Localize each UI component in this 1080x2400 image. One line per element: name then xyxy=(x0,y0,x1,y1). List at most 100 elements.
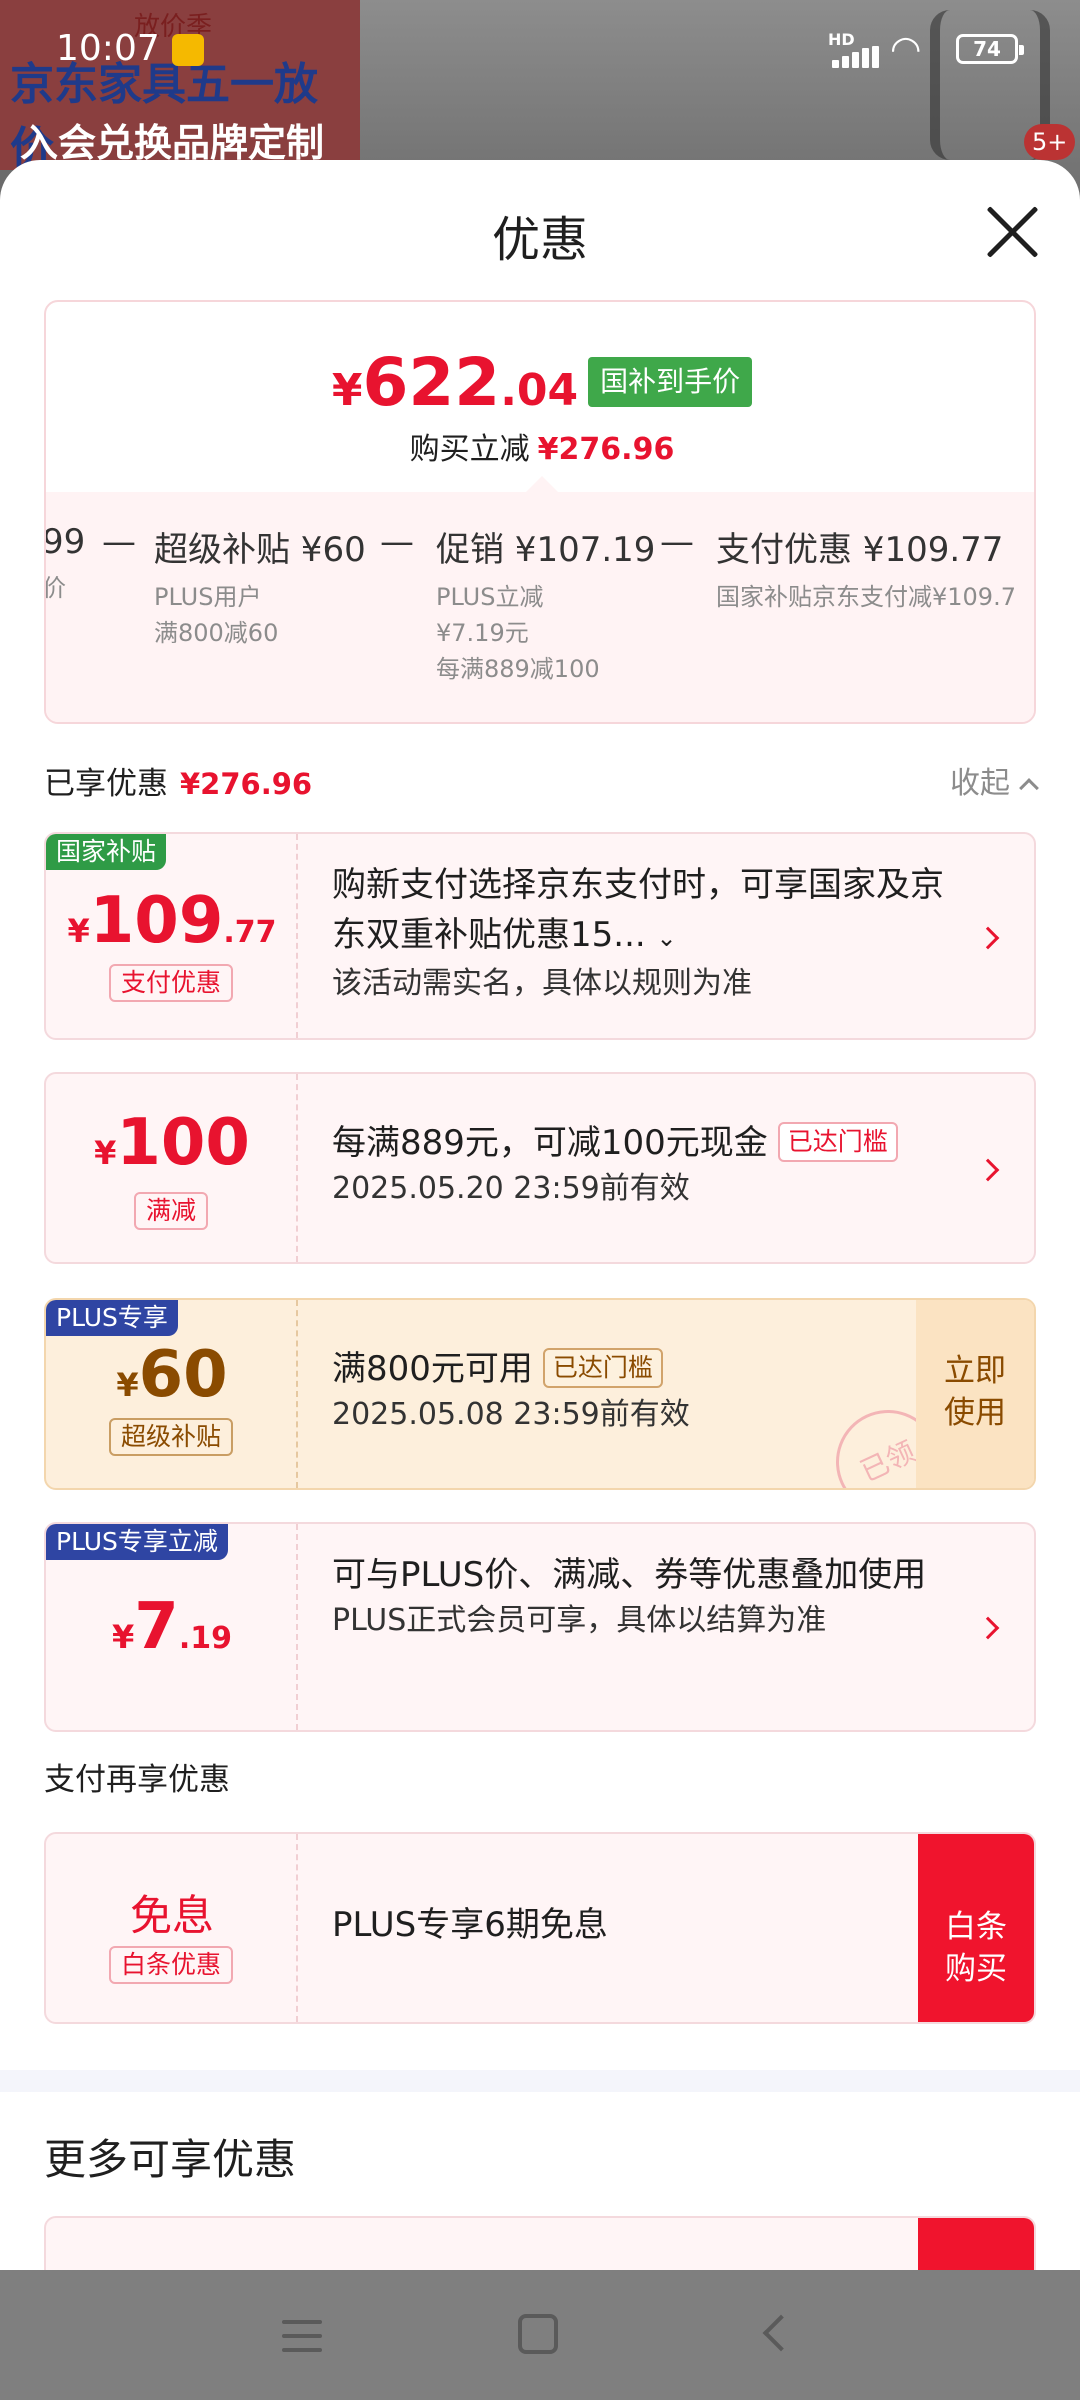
minus-sign: — xyxy=(380,522,414,562)
coupon-details: 每满889元，可减100元现金 已达门槛 2025.05.20 23:59前有效 xyxy=(332,1118,974,1210)
amount-integer: 60 xyxy=(138,1338,228,1412)
coupon-details: 可与PLUS价、满减、券等优惠叠加使用 PLUS正式会员可享，具体以结算为准 xyxy=(332,1550,974,1642)
reduction-label: 购买立减 xyxy=(409,432,530,467)
coupon-type-tag: 超级补贴 xyxy=(108,1418,234,1456)
chevron-right-icon xyxy=(976,1616,1000,1640)
threshold-reached-tag: 已达门槛 xyxy=(542,1348,663,1388)
breakdown-title: 支付优惠 ¥109.77 xyxy=(716,530,1004,570)
status-bar: 10:07 HD ◠ 74 xyxy=(0,0,1080,100)
coupon-amount: ¥100 xyxy=(46,1106,298,1180)
discount-sheet: 优惠 ¥622.04 国补到手价 购买立减 ¥276.96 99 价 — 超级补贴 … xyxy=(0,160,1080,2270)
coupon-type-tag: 支付优惠 xyxy=(108,964,234,1002)
threshold-reached-tag: 已达门槛 xyxy=(777,1122,898,1162)
coupon-description: 购新支付选择京东支付时，可享国家及京东双重补贴优惠15... ⌄ xyxy=(332,860,974,963)
coupon-amount: ¥109.77 xyxy=(46,884,298,958)
coupon-corner-tag: PLUS专享 xyxy=(46,1300,178,1336)
amount-decimal: .77 xyxy=(223,915,277,950)
amount-integer: 7 xyxy=(134,1590,179,1664)
coupon-description-text: 满800元可用 xyxy=(332,1349,533,1389)
coupon-corner-tag: PLUS专享立减 xyxy=(46,1524,228,1560)
chevron-right-icon xyxy=(976,1158,1000,1182)
coupon-description: 满800元可用 已达门槛 xyxy=(332,1344,904,1394)
coupon-value-area: 免息 白条优惠 xyxy=(46,1834,298,2022)
interest-free-label: 免息 xyxy=(129,1891,214,1940)
coupon-validity: 2025.05.08 23:59前有效 xyxy=(332,1397,690,1432)
coupon-value-area: 国家补贴 ¥109.77 支付优惠 xyxy=(46,834,298,1038)
amount-integer: 109 xyxy=(89,884,224,958)
applied-amount: ¥276.96 xyxy=(180,767,313,801)
coupon-note: 该活动需实名，具体以规则为准 xyxy=(332,966,752,1001)
breakdown-title: 超级补贴 ¥60 xyxy=(154,530,366,570)
applied-discounts-header: 已享优惠 ¥276.96 收起 xyxy=(44,758,1039,802)
coupon-description: PLUS专享6期免息 xyxy=(332,1905,608,1945)
coupon-amount: ¥60 xyxy=(46,1338,298,1412)
message-badge: 5+ xyxy=(1024,124,1076,160)
more-discounts-title: 更多可享优惠 xyxy=(44,2135,297,2184)
coupon-validity: 2025.05.20 23:59前有效 xyxy=(332,1171,690,1206)
coupon-description-text: 购新支付选择京东支付时，可享国家及京东双重补贴优惠15... xyxy=(332,865,944,955)
more-card-action-button[interactable] xyxy=(918,2218,1034,2270)
coupon-details: 满800元可用 已达门槛 2025.05.08 23:59前有效 xyxy=(332,1344,904,1436)
coupon-details: 购新支付选择京东支付时，可享国家及京东双重补贴优惠15... ⌄ 该活动需实名，… xyxy=(332,860,974,1005)
breakdown-item-payment: 支付优惠 ¥109.77 国家补贴京东支付减¥109.7 xyxy=(716,522,1016,615)
back-icon[interactable] xyxy=(762,2314,800,2352)
reduction-amount: ¥276.96 xyxy=(537,432,675,467)
collapse-button[interactable]: 收起 xyxy=(950,758,1039,802)
collapse-label: 收起 xyxy=(950,766,1010,801)
subsidy-price-badge: 国补到手价 xyxy=(588,357,753,407)
breakdown-item-promotion: 促销 ¥107.19 PLUS立减 ¥7.19元 每满889减100 xyxy=(436,522,655,687)
minus-sign: — xyxy=(102,522,136,562)
coupon-corner-tag: 国家补贴 xyxy=(46,834,167,870)
coupon-plus-exclusive: PLUS专享 ¥60 超级补贴 满800元可用 已达门槛 2025.05.08 2… xyxy=(44,1298,1036,1490)
final-price: ¥622.04 国补到手价 xyxy=(46,344,1034,421)
coupon-value-area: ¥100 满减 xyxy=(46,1074,298,1262)
breakdown-subtitle: 国家补贴京东支付减¥109.7 xyxy=(716,583,1016,611)
chevron-down-icon[interactable]: ⌄ xyxy=(657,924,677,952)
use-now-button[interactable]: 立即 使用 xyxy=(916,1300,1034,1488)
system-navigation-bar xyxy=(0,2270,1080,2400)
sheet-title: 优惠 xyxy=(491,212,588,268)
price-decimal: .04 xyxy=(500,365,579,416)
breakdown-subtitle: PLUS用户 满800减60 xyxy=(154,583,279,647)
coupon-description: 每满889元，可减100元现金 已达门槛 xyxy=(332,1118,974,1168)
applied-label: 已享优惠 xyxy=(44,766,168,802)
coupon-national-subsidy[interactable]: 国家补贴 ¥109.77 支付优惠 购新支付选择京东支付时，可享国家及京东双重补… xyxy=(44,832,1036,1040)
coupon-description-text: 每满889元，可减100元现金 xyxy=(332,1123,768,1163)
breakdown-item: 99 价 xyxy=(44,522,86,606)
instant-reduction: 购买立减 ¥276.96 xyxy=(46,424,1034,468)
breakdown-title: 99 xyxy=(44,522,86,562)
menu-icon[interactable] xyxy=(282,2320,322,2352)
clock: 10:07 xyxy=(56,28,160,69)
home-icon[interactable] xyxy=(518,2314,558,2354)
price-integer: 622 xyxy=(362,344,501,421)
notification-icon xyxy=(172,34,204,66)
coupon-type-tag: 满减 xyxy=(133,1192,209,1230)
coupon-baitiao-interest-free: 免息 白条优惠 PLUS专享6期免息 白条 购买 xyxy=(44,1832,1036,2024)
discount-breakdown: 99 价 — 超级补贴 ¥60 PLUS用户 满800减60 — 促销 ¥107… xyxy=(44,476,1034,722)
minus-sign: — xyxy=(660,522,694,562)
section-divider xyxy=(0,2070,1080,2092)
currency-symbol: ¥ xyxy=(112,1618,135,1656)
amount-decimal: .19 xyxy=(178,1621,232,1656)
breakdown-item-super-subsidy: 超级补贴 ¥60 PLUS用户 满800减60 xyxy=(154,522,366,651)
signal-icon xyxy=(832,46,880,68)
chevron-right-icon xyxy=(976,926,1000,950)
coupon-details: PLUS专享6期免息 xyxy=(332,1900,904,1950)
coupon-plus-instant-reduction[interactable]: PLUS专享立减 ¥7.19 可与PLUS价、满减、券等优惠叠加使用 PLUS正… xyxy=(44,1522,1036,1732)
wifi-icon: ◠ xyxy=(890,29,922,70)
coupon-type-tag: 白条优惠 xyxy=(108,1946,234,1984)
coupon-value-area: PLUS专享 ¥60 超级补贴 xyxy=(46,1300,298,1488)
price-currency: ¥ xyxy=(331,365,363,416)
currency-symbol: ¥ xyxy=(94,1134,117,1172)
currency-symbol: ¥ xyxy=(67,912,90,950)
more-discount-card[interactable] xyxy=(44,2216,1036,2270)
coupon-value-area: PLUS专享立减 ¥7.19 xyxy=(46,1524,298,1730)
baitiao-buy-button[interactable]: 白条 购买 xyxy=(918,1834,1034,2022)
currency-symbol: ¥ xyxy=(116,1366,139,1404)
chevron-up-icon xyxy=(1019,778,1039,798)
breakdown-title: 促销 ¥107.19 xyxy=(436,530,656,570)
coupon-full-reduction[interactable]: ¥100 满减 每满889元，可减100元现金 已达门槛 2025.05.20 2… xyxy=(44,1072,1036,1264)
coupon-description: 可与PLUS价、满减、券等优惠叠加使用 xyxy=(332,1555,927,1595)
price-summary: ¥622.04 国补到手价 购买立减 ¥276.96 99 价 — 超级补贴 ¥60… xyxy=(44,300,1036,724)
close-icon[interactable] xyxy=(984,204,1040,260)
